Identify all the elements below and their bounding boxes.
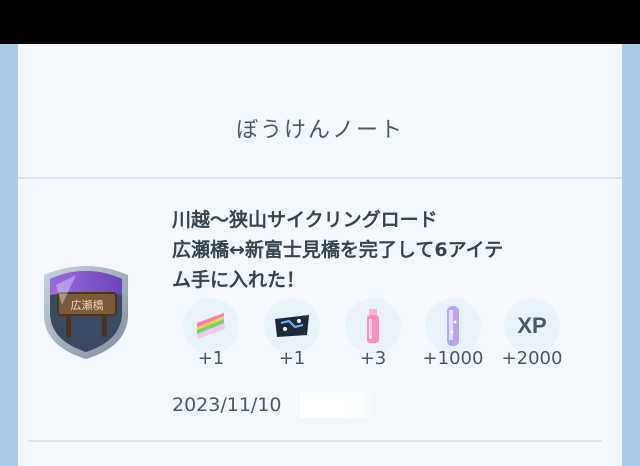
reward-amount: +3 xyxy=(359,348,387,369)
entry-description: 川越〜狭山サイクリングロード 広瀬橋↔新富士見橋を完了して6アイテ ム手に入れた… xyxy=(172,205,592,295)
stardust-canister-icon xyxy=(425,298,481,354)
reward-amount: +2000 xyxy=(501,348,563,369)
page-title: ぼうけんノート xyxy=(235,118,404,143)
pink-potion-icon xyxy=(345,298,401,354)
reward-item[interactable]: +1 xyxy=(257,298,327,369)
xp-label: XP xyxy=(517,313,547,338)
divider xyxy=(18,177,622,179)
entry-line-2: 広瀬橋↔新富士見橋を完了して6アイテ xyxy=(172,239,504,261)
xp-icon: XP xyxy=(504,298,560,354)
reward-item[interactable]: +1000 xyxy=(418,298,488,369)
route-badge-icon[interactable]: 広瀬橋 xyxy=(36,255,136,365)
reward-item[interactable]: XP +2000 xyxy=(497,298,567,369)
reward-amount: +1 xyxy=(197,348,225,369)
divider xyxy=(28,440,602,442)
redacted-area xyxy=(300,392,380,418)
reward-item[interactable]: +1 xyxy=(176,298,246,369)
badge-label: 広瀬橋 xyxy=(71,298,104,312)
rainbow-cake-icon xyxy=(183,298,239,354)
status-bar xyxy=(0,0,640,44)
entry-date: 2023/11/10 xyxy=(172,394,282,416)
reward-item[interactable]: +3 xyxy=(338,298,408,369)
reward-amount: +1 xyxy=(278,348,306,369)
entry-line-1: 川越〜狭山サイクリングロード xyxy=(172,209,438,231)
route-map-icon xyxy=(264,298,320,354)
entry-line-3: ム手に入れた！ xyxy=(172,269,306,291)
reward-amount: +1000 xyxy=(422,348,484,369)
